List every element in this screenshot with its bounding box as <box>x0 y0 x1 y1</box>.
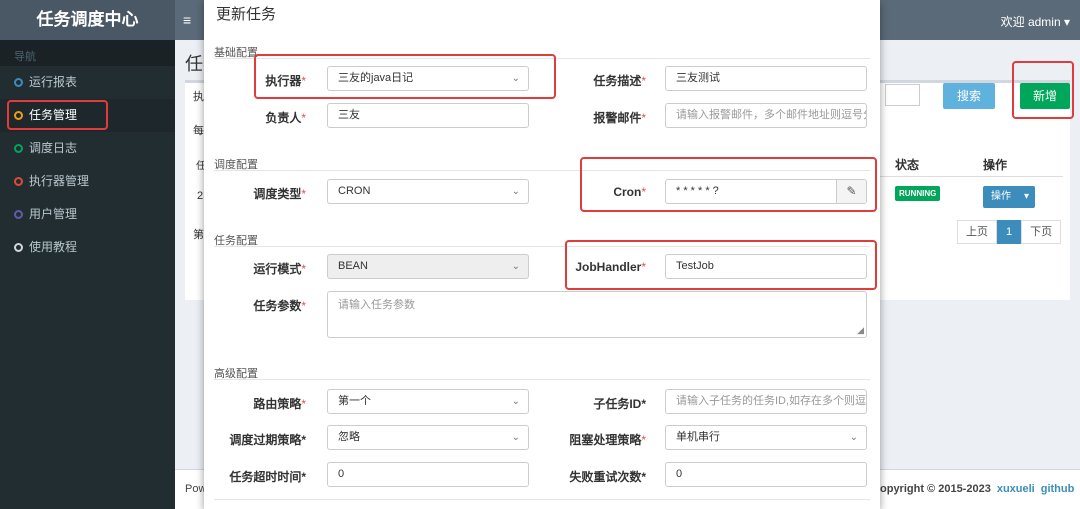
alarm-email-label: 报警邮件* <box>593 111 646 125</box>
chevron-down-icon: ⌄ <box>511 432 520 443</box>
block-strategy-label: 阻塞处理策略* <box>569 433 646 447</box>
sidebar-item-label: 任务管理 <box>29 108 78 122</box>
job-handler-input[interactable]: TestJob <box>665 254 867 279</box>
circle-icon <box>14 78 23 87</box>
cron-input[interactable]: * * * * * ? ✎ <box>665 179 867 204</box>
copyright-text: opyright © 2015-2023 <box>880 483 991 495</box>
footer-link-author[interactable]: xuxueli <box>997 483 1035 495</box>
sidebar-item-tutorial[interactable]: 使用教程 <box>0 231 175 264</box>
update-job-modal: 更新任务 基础配置 执行器* 三友的java日记 ⌄ 任务描述* 三友测试 负责人… <box>204 0 880 509</box>
circle-icon <box>14 177 23 186</box>
chevron-down-icon: ⌄ <box>849 432 858 443</box>
executor-label: 执行器* <box>265 74 306 88</box>
sidebar-header: 导航 <box>0 40 175 66</box>
circle-icon <box>14 243 23 252</box>
sidebar-item-reports[interactable]: 运行报表 <box>0 66 175 99</box>
pager-current[interactable]: 1 <box>997 220 1022 244</box>
pager-next[interactable]: 下页 <box>1021 220 1062 244</box>
bg-row-prefix: 执 <box>193 91 204 103</box>
job-handler-label: JobHandler* <box>575 260 646 274</box>
executor-select[interactable]: 三友的java日记 ⌄ <box>327 66 529 91</box>
chevron-down-icon: ⌄ <box>511 261 520 272</box>
circle-icon <box>14 210 23 219</box>
child-job-id-input[interactable]: 请输入子任务的任务ID,如存在多个则逗 <box>665 389 867 414</box>
modal-footer-divider <box>214 499 870 500</box>
job-param-textarea[interactable]: 请输入任务参数 ◢ <box>327 291 867 338</box>
block-strategy-select[interactable]: 单机串行 ⌄ <box>665 425 867 450</box>
pager-prev[interactable]: 上页 <box>957 220 997 244</box>
child-job-id-label: 子任务ID* <box>593 397 646 411</box>
search-input[interactable] <box>885 84 920 106</box>
brand-logo[interactable]: 任务调度中心 <box>0 0 175 40</box>
column-header-status: 状态 <box>895 158 920 172</box>
chevron-down-icon: ⌄ <box>511 396 520 407</box>
bg-each-prefix: 每 <box>193 125 204 137</box>
status-badge: RUNNING <box>895 186 941 201</box>
caret-down-icon: ▾ <box>1023 191 1029 202</box>
table-header-divider <box>875 176 1063 177</box>
section-divider <box>214 58 870 59</box>
cron-label: Cron* <box>613 185 646 199</box>
search-button[interactable]: 搜索 <box>943 83 995 109</box>
run-mode-select[interactable]: BEAN ⌄ <box>327 254 529 279</box>
footer-link-github[interactable]: github <box>1041 483 1075 495</box>
edit-icon[interactable]: ✎ <box>836 180 866 203</box>
sidebar-item-logs[interactable]: 调度日志 <box>0 132 175 165</box>
schedule-type-label: 调度类型* <box>253 187 306 201</box>
section-divider <box>214 170 870 171</box>
sidebar-item-users[interactable]: 用户管理 <box>0 198 175 231</box>
add-job-button[interactable]: 新增 <box>1020 83 1070 109</box>
chevron-down-icon: ⌄ <box>511 186 520 197</box>
sidebar-item-executors[interactable]: 执行器管理 <box>0 165 175 198</box>
route-strategy-select[interactable]: 第一个 ⌄ <box>327 389 529 414</box>
job-desc-label: 任务描述* <box>593 74 646 88</box>
operation-dropdown-button[interactable]: 操作 ▾ <box>983 186 1035 208</box>
job-desc-input[interactable]: 三友测试 <box>665 66 867 91</box>
job-param-label: 任务参数* <box>253 299 306 313</box>
sidebar-item-label: 调度日志 <box>29 141 78 155</box>
sidebar-item-jobs[interactable]: 任务管理 <box>0 99 175 132</box>
circle-icon <box>14 111 23 120</box>
pagination: 上页 1 下页 <box>957 220 1062 244</box>
user-menu[interactable]: 欢迎 admin ▾ <box>1001 13 1070 30</box>
section-divider <box>214 246 870 247</box>
footer-copyright: opyright © 2015-2023 xuxueli github <box>880 483 1074 495</box>
timeout-label: 任务超时时间* <box>229 470 306 484</box>
page-title: 任 <box>185 54 203 74</box>
circle-icon <box>14 144 23 153</box>
bg-page-prefix: 第 <box>193 229 204 241</box>
bg-row-number: 2 <box>197 190 204 202</box>
chevron-down-icon: ⌄ <box>511 73 520 84</box>
misfire-strategy-select[interactable]: 忽略 ⌄ <box>327 425 529 450</box>
resize-handle-icon[interactable]: ◢ <box>857 325 864 336</box>
column-header-operation: 操作 <box>983 158 1008 172</box>
modal-title: 更新任务 <box>216 6 277 23</box>
sidebar-item-label: 执行器管理 <box>29 174 90 188</box>
sidebar-item-label: 使用教程 <box>29 240 78 254</box>
route-strategy-label: 路由策略* <box>253 397 306 411</box>
sidebar: 导航 运行报表 任务管理 调度日志 执行器管理 用户管理 使用教程 <box>0 40 175 509</box>
sidebar-item-label: 用户管理 <box>29 207 78 221</box>
menu-toggle-icon[interactable]: ≡ <box>183 12 191 28</box>
retry-count-input[interactable]: 0 <box>665 462 867 487</box>
alarm-email-input[interactable]: 请输入报警邮件，多个邮件地址则逗号分 <box>665 103 867 128</box>
timeout-input[interactable]: 0 <box>327 462 529 487</box>
misfire-strategy-label: 调度过期策略* <box>229 433 306 447</box>
run-mode-label: 运行模式* <box>253 262 306 276</box>
sidebar-item-label: 运行报表 <box>29 75 78 89</box>
operation-label: 操作 <box>991 191 1011 202</box>
section-divider <box>214 379 870 380</box>
owner-label: 负责人* <box>265 111 306 125</box>
owner-input[interactable]: 三友 <box>327 103 529 128</box>
schedule-type-select[interactable]: CRON ⌄ <box>327 179 529 204</box>
retry-count-label: 失败重试次数* <box>569 470 646 484</box>
